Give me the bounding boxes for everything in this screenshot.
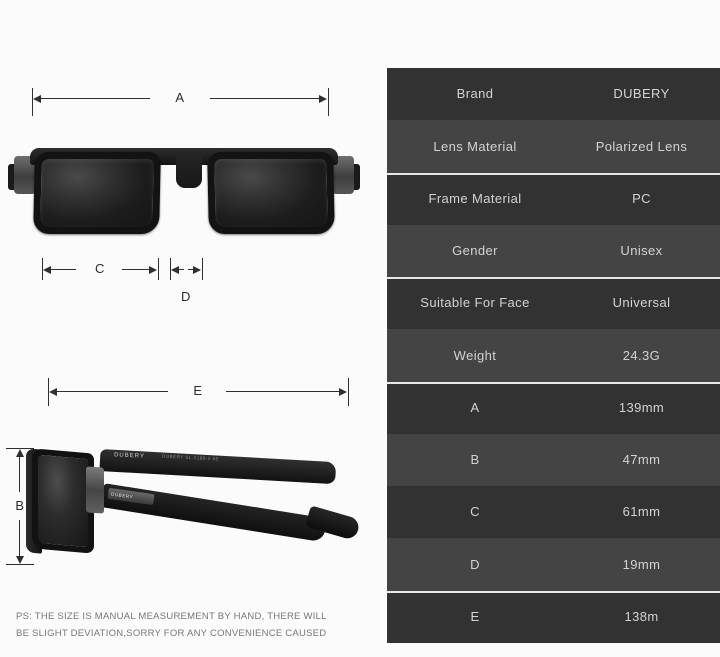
front-bridge xyxy=(176,154,202,188)
side-lens xyxy=(32,448,94,554)
table-row: A 139mm xyxy=(387,381,720,434)
dimension-d-tick-right xyxy=(202,258,203,280)
spec-label: E xyxy=(470,608,480,624)
table-row: C 61mm xyxy=(387,486,720,539)
side-hinge xyxy=(86,466,104,514)
sunglasses-side-view-image: DUBERY DUBERY SL-2180-2 65 DUBERY xyxy=(22,443,362,568)
spec-value: 61mm xyxy=(622,504,661,520)
dimension-e-arrow-left xyxy=(49,388,57,396)
dimension-a-arrow-right xyxy=(319,95,327,103)
spec-label: Lens Material xyxy=(433,138,517,154)
measurement-disclaimer: PS: THE SIZE IS MANUAL MEASUREMENT BY HA… xyxy=(16,608,368,642)
dimension-c-line-left xyxy=(50,269,76,270)
dimension-e-tick-right xyxy=(348,378,349,406)
table-row: Brand DUBERY xyxy=(387,68,720,121)
dimension-e-label: E xyxy=(193,383,203,398)
spec-value: PC xyxy=(632,190,651,206)
dimension-b-line-bottom xyxy=(19,520,20,556)
table-row: Suitable For Face Universal xyxy=(387,277,720,330)
dimension-a-arrow-left xyxy=(33,95,41,103)
specification-table: Brand DUBERY Lens Material Polarized Len… xyxy=(387,68,720,643)
dimension-b-line-top xyxy=(19,456,20,492)
spec-label: D xyxy=(470,556,480,572)
table-row: D 19mm xyxy=(387,538,720,591)
dimension-c-label: C xyxy=(95,261,105,276)
spec-value: DUBERY xyxy=(613,86,670,102)
dimension-d-label: D xyxy=(181,289,191,304)
table-row: Frame Material PC xyxy=(387,172,720,225)
dimension-d-arrow-left xyxy=(171,266,179,274)
dimension-c-arrow-left xyxy=(43,266,51,274)
dimension-e-line-left xyxy=(56,391,168,392)
table-row: Weight 24.3G xyxy=(387,329,720,382)
spec-label: Gender xyxy=(452,243,498,259)
spec-label: Brand xyxy=(456,86,494,102)
spec-value: 47mm xyxy=(622,452,661,468)
table-row: Lens Material Polarized Lens xyxy=(387,120,720,173)
spec-label: A xyxy=(470,399,480,415)
spec-value: Universal xyxy=(612,295,671,311)
dimension-c-line-right xyxy=(122,269,150,270)
dimension-d-arrow-right xyxy=(193,266,201,274)
sunglasses-front-view-image xyxy=(8,140,360,250)
dimension-c-tick-right xyxy=(158,258,159,280)
dimension-a-tick-right xyxy=(328,88,329,116)
dimension-a-label: A xyxy=(175,90,185,105)
disclaimer-line-2: BE SLIGHT DEVIATION,SORRY FOR ANY CONVEN… xyxy=(16,628,327,639)
table-row: Gender Unisex xyxy=(387,224,720,278)
product-spec-page: A C D E B DUBERY DUBERY SL-2180-2 65 DUB… xyxy=(0,0,720,657)
spec-value: 19mm xyxy=(622,556,661,572)
front-lens-right xyxy=(207,152,335,234)
spec-value: Polarized Lens xyxy=(595,138,688,154)
spec-label: B xyxy=(470,452,480,468)
table-row: E 138m xyxy=(387,590,720,643)
table-row: B 47mm xyxy=(387,433,720,487)
disclaimer-line-1: PS: THE SIZE IS MANUAL MEASUREMENT BY HA… xyxy=(16,611,327,622)
spec-label: Suitable For Face xyxy=(420,295,530,311)
spec-value: 139mm xyxy=(618,399,665,415)
spec-label: Weight xyxy=(453,347,497,363)
spec-label: C xyxy=(470,504,480,520)
spec-value: 138m xyxy=(624,608,659,624)
dimension-c-arrow-right xyxy=(149,266,157,274)
spec-value: Unisex xyxy=(620,243,663,259)
dimension-e-arrow-right xyxy=(339,388,347,396)
sunglasses-diagram-panel: A C D E B DUBERY DUBERY SL-2180-2 65 DUB… xyxy=(0,0,380,657)
dimension-a-line-left xyxy=(40,98,150,99)
dimension-e-line-right xyxy=(226,391,340,392)
dimension-a-line-right xyxy=(210,98,320,99)
spec-label: Frame Material xyxy=(428,190,522,206)
spec-value: 24.3G xyxy=(622,347,661,363)
front-lens-left xyxy=(33,152,161,234)
